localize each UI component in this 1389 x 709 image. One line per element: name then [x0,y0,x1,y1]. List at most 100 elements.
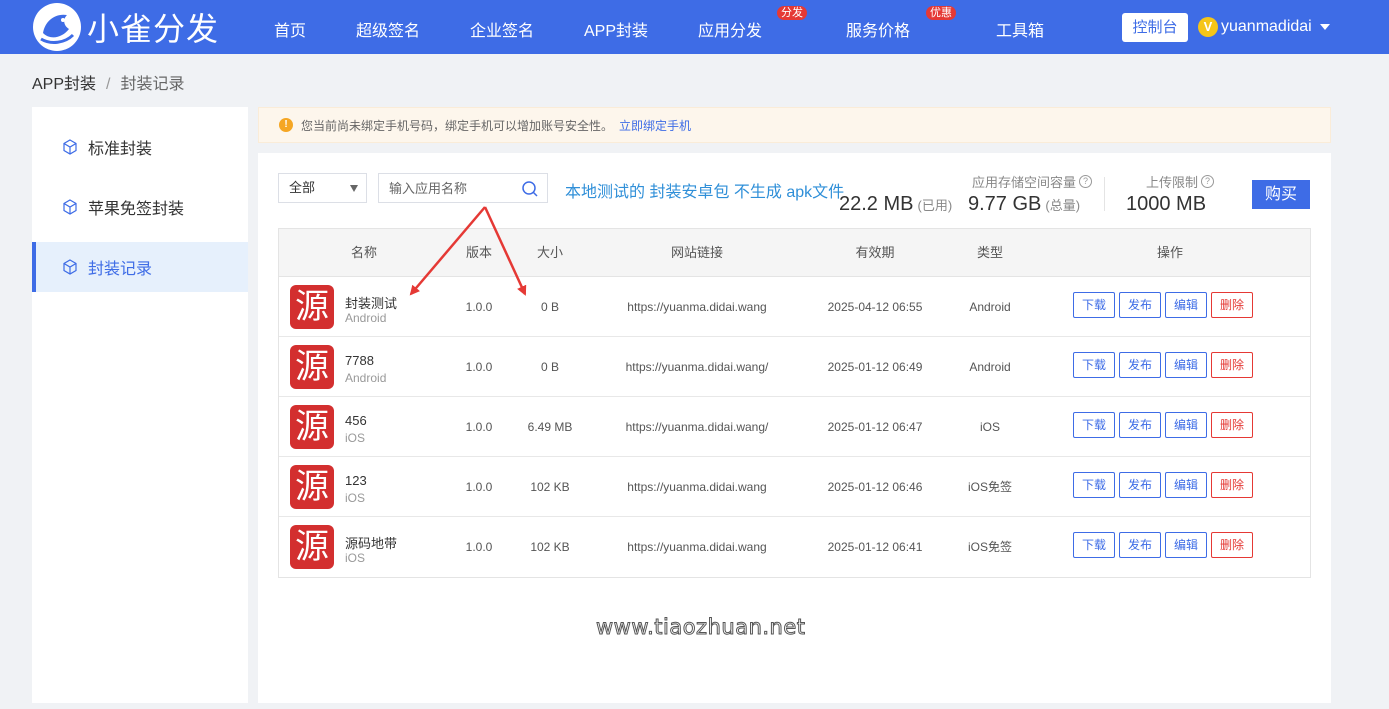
notice-text: 您当前尚未绑定手机号码，绑定手机可以增加账号安全性。 [301,118,614,133]
breadcrumb: APP封装 / 封装记录 [32,70,185,94]
app-name: 源码地带 [345,536,398,551]
sidebar-item-apple-free-wrap[interactable]: 苹果免签封装 [32,182,248,232]
nav-enterprise-sign[interactable]: 企业签名 [470,17,534,41]
table-row: 源 7788 Android 1.0.0 0 B https://yuanma.didai… [279,337,1310,397]
sidebar-item-standard-wrap[interactable]: 标准封装 [32,122,248,172]
nav-toolbox[interactable]: 工具箱 [996,17,1044,41]
download-button[interactable]: 下载 [1073,532,1116,558]
table-row: 源 123 iOS 1.0.0 102 KB https://yuanma.didai.w… [279,457,1310,517]
nav-super-sign[interactable]: 超级签名 [356,17,420,41]
cube-icon [63,199,77,215]
type-filter-value: 全部 [289,180,316,195]
app-platform: Android [345,371,387,385]
user-menu[interactable]: V yuanmadidai [1198,15,1330,39]
cell-url[interactable]: https://yuanma.didai.wang [617,277,777,337]
cell-url[interactable]: https://yuanma.didai.wang [617,457,777,517]
cell-url[interactable]: https://yuanma.didai.wang/ [617,337,777,397]
bird-logo-icon [33,3,81,51]
edit-button[interactable]: 编辑 [1165,292,1208,318]
storage-used: 22.2 MB (已用) [839,193,953,215]
username: yuanmadidai [1221,18,1312,35]
cell-version: 1.0.0 [465,480,493,494]
app-name: 封装测试 [345,296,398,311]
brand-name: 小雀分发 [87,10,220,48]
cell-size: 102 KB [530,540,570,554]
phone-binding-notice: ! 您当前尚未绑定手机号码，绑定手机可以增加账号安全性。 立即绑定手机 [258,107,1331,143]
app-platform: Android [345,311,387,325]
row-actions: 下载 发布 编辑 删除 [1073,292,1257,318]
cell-url[interactable]: https://yuanma.didai.wang/ [617,397,777,457]
sidebar-item-wrap-records[interactable]: 封装记录 [32,242,248,292]
publish-button[interactable]: 发布 [1119,412,1162,438]
storage-total: 9.77 GB (总量) [968,193,1081,215]
download-button[interactable]: 下载 [1073,472,1116,498]
cell-size: 102 KB [530,480,570,494]
edit-button[interactable]: 编辑 [1165,532,1208,558]
edit-button[interactable]: 编辑 [1165,412,1208,438]
cube-icon [63,259,77,275]
console-button[interactable]: 控制台 [1122,13,1188,42]
publish-button[interactable]: 发布 [1119,472,1162,498]
download-button[interactable]: 下载 [1073,292,1116,318]
delete-button[interactable]: 删除 [1211,472,1254,498]
nav-app-wrap[interactable]: APP封装 [584,17,648,41]
search-icon[interactable] [521,180,539,198]
breadcrumb-parent[interactable]: APP封装 [32,76,96,93]
breadcrumb-separator: / [106,76,111,93]
cube-icon [63,139,77,155]
publish-button[interactable]: 发布 [1119,292,1162,318]
help-icon[interactable]: ? [1201,175,1215,188]
app-name: 123 [345,473,367,488]
sidebar-item-label: 苹果免签封装 [88,201,185,218]
type-filter-select[interactable]: 全部 [278,173,367,203]
app-name: 456 [345,413,367,428]
download-button[interactable]: 下载 [1073,352,1116,378]
delete-button[interactable]: 删除 [1211,412,1254,438]
buy-button[interactable]: 购买 [1252,180,1310,209]
dropdown-arrow-icon [350,185,358,192]
delete-button[interactable]: 删除 [1211,352,1254,378]
col-size: 大小 [536,245,563,260]
row-actions: 下载 发布 编辑 删除 [1073,352,1257,378]
table-body: 源封装测试 Android 1.0.0 0 Bhttps://yuanma.didai… [279,277,1310,577]
warning-icon: ! [279,118,293,132]
delete-button[interactable]: 删除 [1211,292,1254,318]
nav-home[interactable]: 首页 [274,17,306,41]
top-navbar: 小雀分发 首页 超级签名 企业签名 APP封装 应用分发 分发 服务价格 优惠 … [0,0,1389,54]
cell-size: 0 B [540,300,559,314]
delete-button[interactable]: 删除 [1211,532,1254,558]
publish-button[interactable]: 发布 [1119,352,1162,378]
col-actions: 操作 [1156,245,1183,260]
app-icon: 源 [290,525,334,569]
publish-button[interactable]: 发布 [1119,532,1162,558]
col-expiry: 有效期 [855,245,895,260]
watermark: www.tiaozhuan.net [596,615,806,640]
download-button[interactable]: 下载 [1073,412,1116,438]
cell-expiry: 2025-01-12 06:49 [827,360,923,374]
app-platform: iOS [345,491,366,505]
table-row: 源源码地带 iOS 1.0.0 102 KB https://yuanma.didai.… [279,517,1310,577]
edit-button[interactable]: 编辑 [1165,352,1208,378]
brand-logo[interactable]: 小雀分发 [33,3,219,51]
edit-button[interactable]: 编辑 [1165,472,1208,498]
app-platform: iOS [345,551,366,565]
cell-version: 1.0.0 [465,420,493,434]
stats-divider [1104,177,1105,211]
chevron-down-icon [1319,24,1330,30]
breadcrumb-current: 封装记录 [120,76,185,93]
nav-badge-discount: 优惠 [926,6,956,20]
cell-url[interactable]: https://yuanma.didai.wang [617,517,777,577]
cell-type: Android [969,300,1011,314]
row-actions: 下载 发布 编辑 删除 [1073,532,1257,558]
nav-badge-distribution: 分发 [777,6,807,20]
cell-size: 0 B [540,360,559,374]
app-name-search-input[interactable] [379,174,519,202]
nav-app-distribution[interactable]: 应用分发 [698,17,762,41]
help-icon[interactable]: ? [1079,175,1093,188]
nav-pricing[interactable]: 服务价格 [846,17,910,41]
cell-expiry: 2025-01-12 06:47 [827,420,923,434]
bind-phone-link[interactable]: 立即绑定手机 [619,117,691,134]
cell-version: 1.0.0 [465,300,493,314]
search-box [378,173,548,203]
cell-expiry: 2025-01-12 06:41 [827,540,923,554]
